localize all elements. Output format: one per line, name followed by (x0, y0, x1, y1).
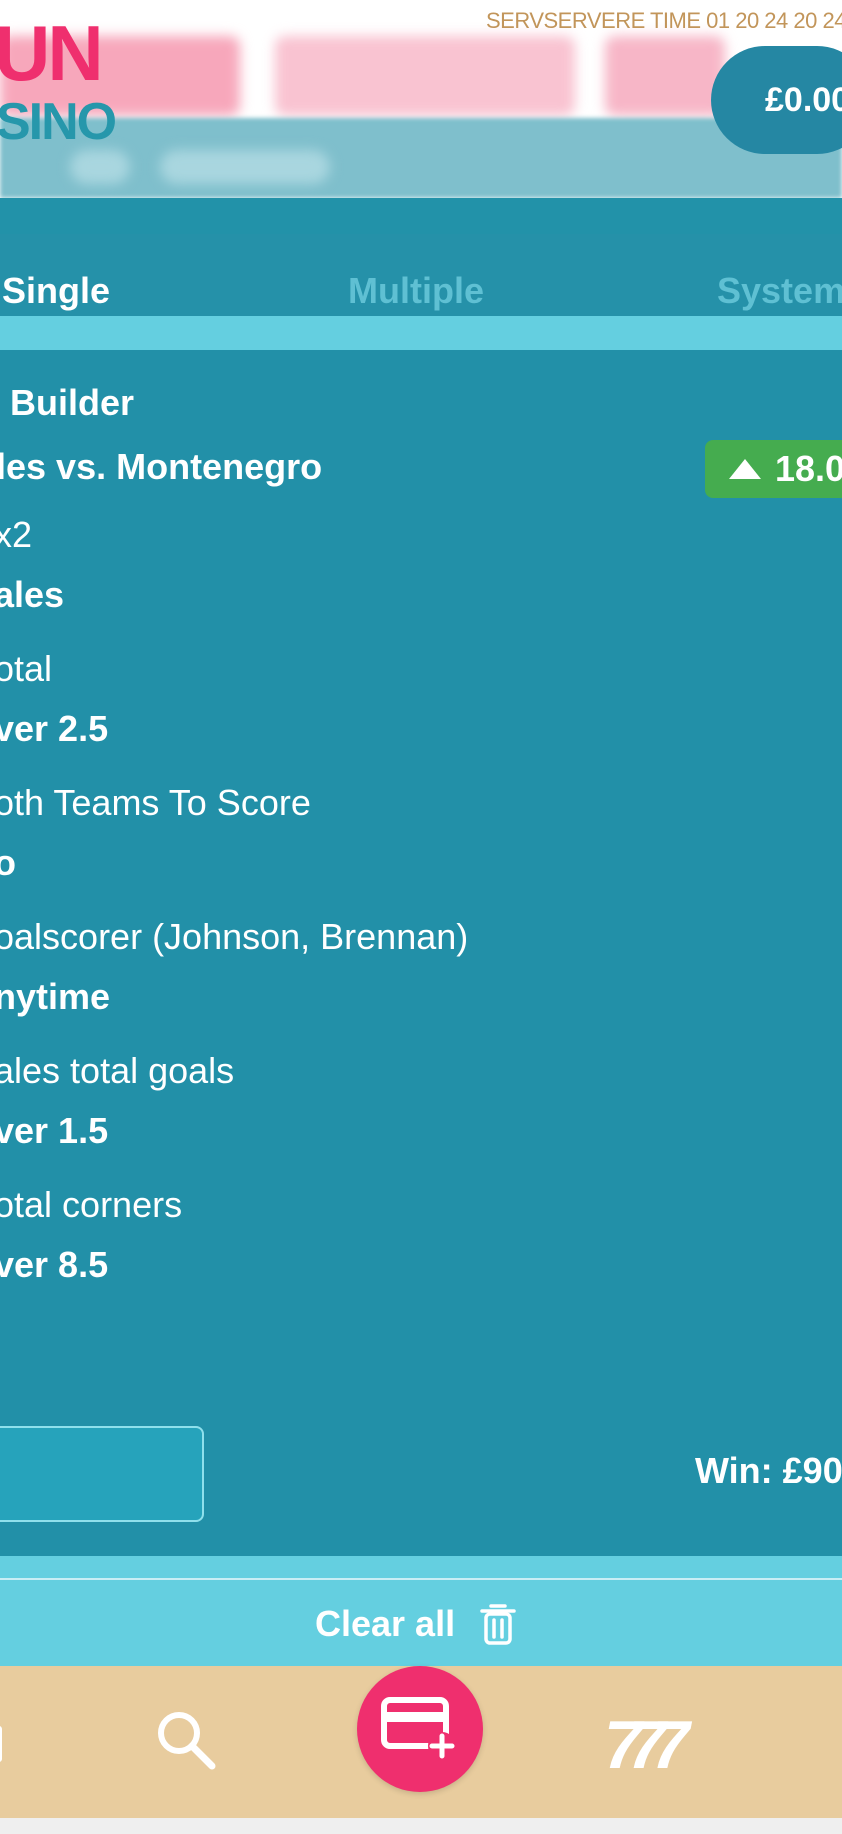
betslip-tabs: Single Multiple System (0, 198, 842, 350)
system-bar (0, 1818, 842, 1834)
odds-badge: 18.0 (705, 440, 842, 498)
tab-system[interactable]: System (717, 270, 842, 312)
header-sub-strip-item (70, 150, 130, 184)
selection-market: otal corners (0, 1184, 183, 1225)
balance-button[interactable]: £0.00 (711, 46, 842, 154)
brand-logo-bottom[interactable]: SINO (0, 96, 117, 148)
odds-value: 18.0 (775, 448, 842, 489)
match-name: les vs. Montenegro (0, 446, 323, 487)
bottom-navigation: 777 (0, 1666, 842, 1818)
home-icon[interactable] (0, 1716, 6, 1766)
odds-up-arrow-icon (729, 459, 761, 479)
selection-market: oth Teams To Score (0, 782, 311, 823)
section-divider (0, 1556, 842, 1578)
selection-market: oalscorer (Johnson, Brennan) (0, 916, 469, 957)
selection-pick: ver 2.5 (0, 708, 109, 749)
betslip-button[interactable] (357, 1666, 483, 1792)
selection-pick: ver 8.5 (0, 1244, 109, 1285)
header-sub-strip-item (160, 150, 330, 184)
section-divider (0, 316, 842, 350)
selection-market: otal (0, 648, 53, 689)
clear-all-button[interactable]: Clear all (0, 1578, 842, 1666)
server-time: SERVSERVERE TIME 01 20 24 20 24 814 (486, 8, 842, 33)
clear-all-label: Clear all (315, 1603, 456, 1644)
tab-multiple[interactable]: Multiple (348, 270, 484, 312)
brand-logo-top[interactable]: UN (0, 14, 104, 92)
header-promo-banner[interactable] (605, 36, 725, 116)
potential-win: Win: £90 (695, 1450, 842, 1491)
trash-icon (480, 1604, 516, 1645)
bet-builder-title: Builder (10, 382, 135, 423)
balance-amount: £0.00 (765, 80, 842, 119)
selection-market: ales total goals (0, 1050, 235, 1091)
bet-card: Builder les vs. Montenegro 18.0 x2 ales … (0, 350, 842, 1556)
slots-icon[interactable]: 777 (604, 1712, 704, 1776)
tab-single[interactable]: Single (2, 270, 110, 312)
selection-market: x2 (0, 514, 33, 555)
stake-input[interactable] (0, 1426, 204, 1522)
selection-pick: nytime (0, 976, 111, 1017)
header-promo-banner[interactable] (275, 36, 575, 116)
search-icon[interactable] (154, 1708, 218, 1772)
betslip-icon (381, 1697, 456, 1760)
selection-pick: o (0, 842, 16, 883)
selection-pick: ales (0, 574, 65, 615)
app-header: UN SINO SERVSERVERE TIME 01 20 24 20 24 … (0, 0, 842, 198)
selection-pick: ver 1.5 (0, 1110, 109, 1151)
svg-text:777: 777 (604, 1712, 693, 1776)
